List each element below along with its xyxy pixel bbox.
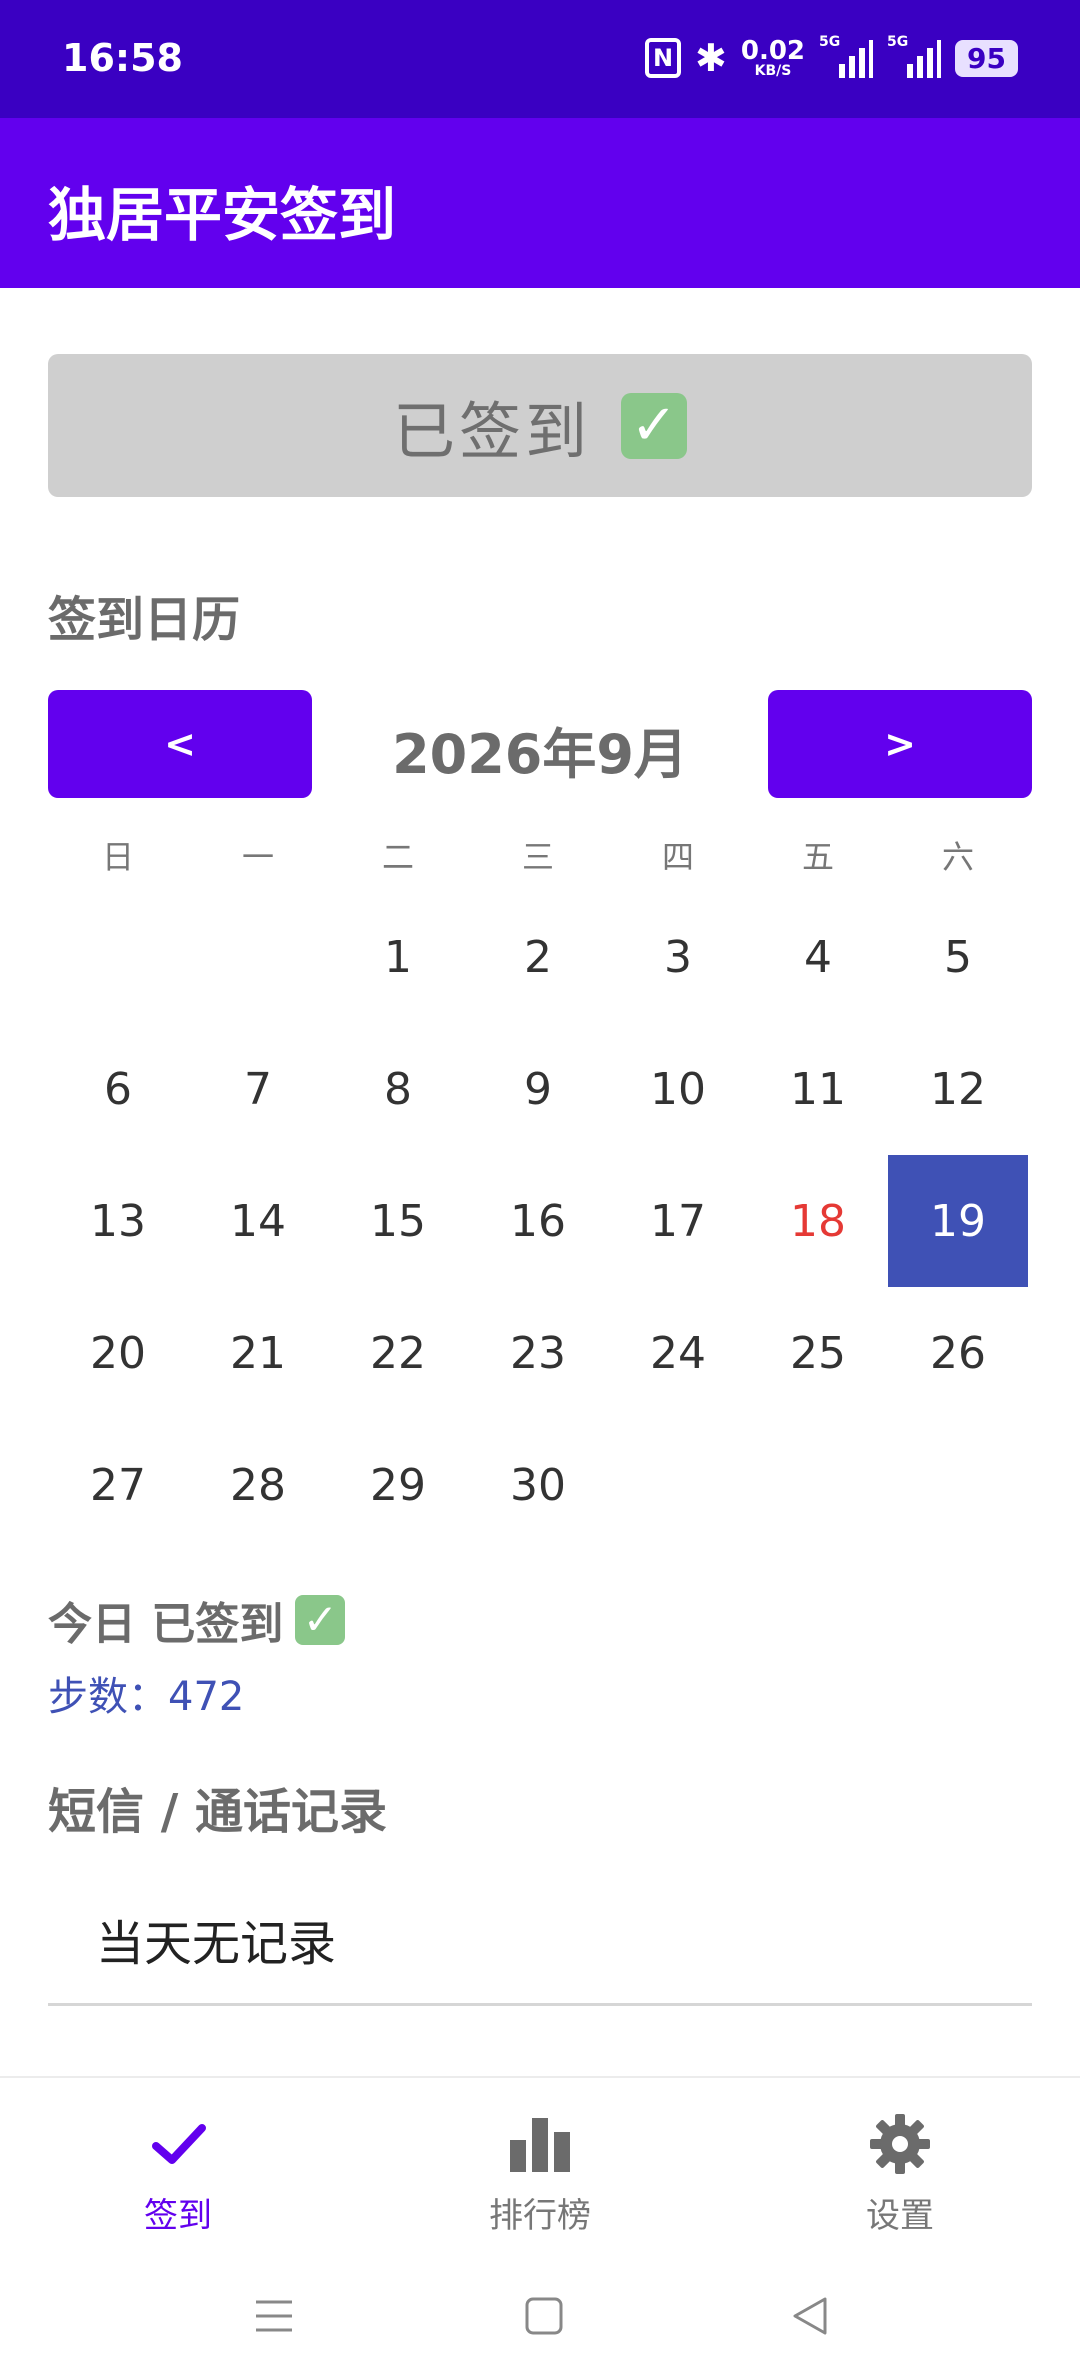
nav-label-checkin: 签到 [144, 2196, 212, 2236]
calendar-day[interactable]: 21 [188, 1287, 328, 1419]
weekday-label: 三 [521, 838, 554, 876]
nav-item-checkin[interactable]: 签到 [58, 2108, 298, 2237]
calendar-day[interactable]: 20 [48, 1287, 188, 1419]
calendar-day[interactable]: 1 [328, 891, 468, 1023]
signal-icon-2: 5G [887, 34, 942, 78]
calendar-section-title: 签到日历 [48, 592, 241, 648]
bottom-nav: 签到 排行榜 设置 [0, 2076, 1080, 2256]
nav-item-settings[interactable]: 设置 [780, 2108, 1020, 2237]
status-icons: N ✱ 0.02 KB/S 5G 5G 95 [645, 34, 1018, 80]
bar-chart-icon [420, 2108, 660, 2180]
calendar-day[interactable]: 23 [468, 1287, 608, 1419]
signal-icon: 5G [819, 34, 874, 78]
check-icon [58, 2108, 298, 2180]
check-mark-button-icon: ✓ [295, 1595, 346, 1645]
calendar-day[interactable]: 28 [188, 1419, 328, 1551]
calendar-day[interactable]: 7 [188, 1023, 328, 1155]
battery-icon: 95 [955, 39, 1018, 77]
nav-label-leaderboard: 排行榜 [489, 2196, 591, 2236]
system-nav-bar [0, 2256, 1080, 2376]
calendar-day[interactable]: 11 [748, 1023, 888, 1155]
records-section-title: 短信 / 通话记录 [48, 1784, 387, 1840]
records-card: 当天无记录 [48, 1860, 1032, 2006]
checkin-label: 已签到 [392, 394, 591, 468]
nav-item-leaderboard[interactable]: 排行榜 [420, 2108, 660, 2237]
app-bar: 独居平安签到 [0, 118, 1080, 288]
bluetooth-icon: ✱ [695, 36, 727, 80]
calendar-day[interactable]: 26 [888, 1287, 1028, 1419]
weekday-label: 四 [661, 838, 694, 876]
calendar-day[interactable]: 15 [328, 1155, 468, 1287]
gear-icon [780, 2108, 1020, 2180]
status-time: 16:58 [62, 36, 183, 80]
calendar-day[interactable]: 30 [468, 1419, 608, 1551]
weekday-label: 一 [241, 838, 274, 876]
network-speed: 0.02 KB/S [741, 38, 805, 78]
menu-icon[interactable] [244, 2286, 304, 2346]
calendar-day[interactable]: 10 [608, 1023, 748, 1155]
checkin-button[interactable]: 已签到 ✓ [48, 354, 1032, 497]
status-bar: 16:58 N ✱ 0.02 KB/S 5G 5G 95 [0, 0, 1080, 118]
month-label: 2026年9月 [392, 723, 688, 786]
calendar-day[interactable]: 29 [328, 1419, 468, 1551]
signal-tag: 5G [819, 34, 841, 50]
calendar-day[interactable]: 2 [468, 891, 608, 1023]
calendar-day[interactable]: 16 [468, 1155, 608, 1287]
records-empty-text: 当天无记录 [96, 1916, 337, 1972]
weekday-label: 日 [101, 838, 134, 876]
steps-count: 步数：472 [48, 1674, 245, 1720]
next-month-button[interactable]: > [768, 690, 1032, 798]
home-icon[interactable] [514, 2286, 574, 2346]
calendar-day[interactable]: 17 [608, 1155, 748, 1287]
calendar-day[interactable]: 13 [48, 1155, 188, 1287]
calendar-day[interactable]: 22 [328, 1287, 468, 1419]
network-speed-value: 0.02 [740, 36, 806, 66]
prev-month-button[interactable]: < [48, 690, 312, 798]
calendar-day[interactable]: 9 [468, 1023, 608, 1155]
calendar-day[interactable]: 12 [888, 1023, 1028, 1155]
signal-tag-2: 5G [887, 34, 909, 50]
app-title: 独居平安签到 [48, 181, 397, 249]
calendar-day[interactable]: 19 [888, 1155, 1028, 1287]
weekday-label: 五 [801, 838, 834, 876]
calendar-day[interactable]: 18 [748, 1155, 888, 1287]
calendar-day[interactable]: 8 [328, 1023, 468, 1155]
calendar-day[interactable]: 3 [608, 891, 748, 1023]
calendar-day[interactable]: 4 [748, 891, 888, 1023]
today-status: 今日 已签到 ✓ [48, 1588, 346, 1652]
network-speed-unit: KB/S [754, 63, 792, 79]
back-icon[interactable] [780, 2286, 840, 2346]
today-status-label: 今日 已签到 [48, 1599, 284, 1650]
calendar-day[interactable]: 5 [888, 891, 1028, 1023]
calendar-day[interactable]: 27 [48, 1419, 188, 1551]
nfc-icon: N [645, 38, 682, 78]
check-mark-button-icon: ✓ [621, 392, 687, 459]
calendar-day[interactable]: 24 [608, 1287, 748, 1419]
calendar-day[interactable]: 14 [188, 1155, 328, 1287]
weekday-label: 六 [941, 838, 974, 876]
weekday-label: 二 [381, 838, 414, 876]
calendar-day[interactable]: 6 [48, 1023, 188, 1155]
calendar-day[interactable]: 25 [748, 1287, 888, 1419]
nav-label-settings: 设置 [866, 2196, 934, 2236]
